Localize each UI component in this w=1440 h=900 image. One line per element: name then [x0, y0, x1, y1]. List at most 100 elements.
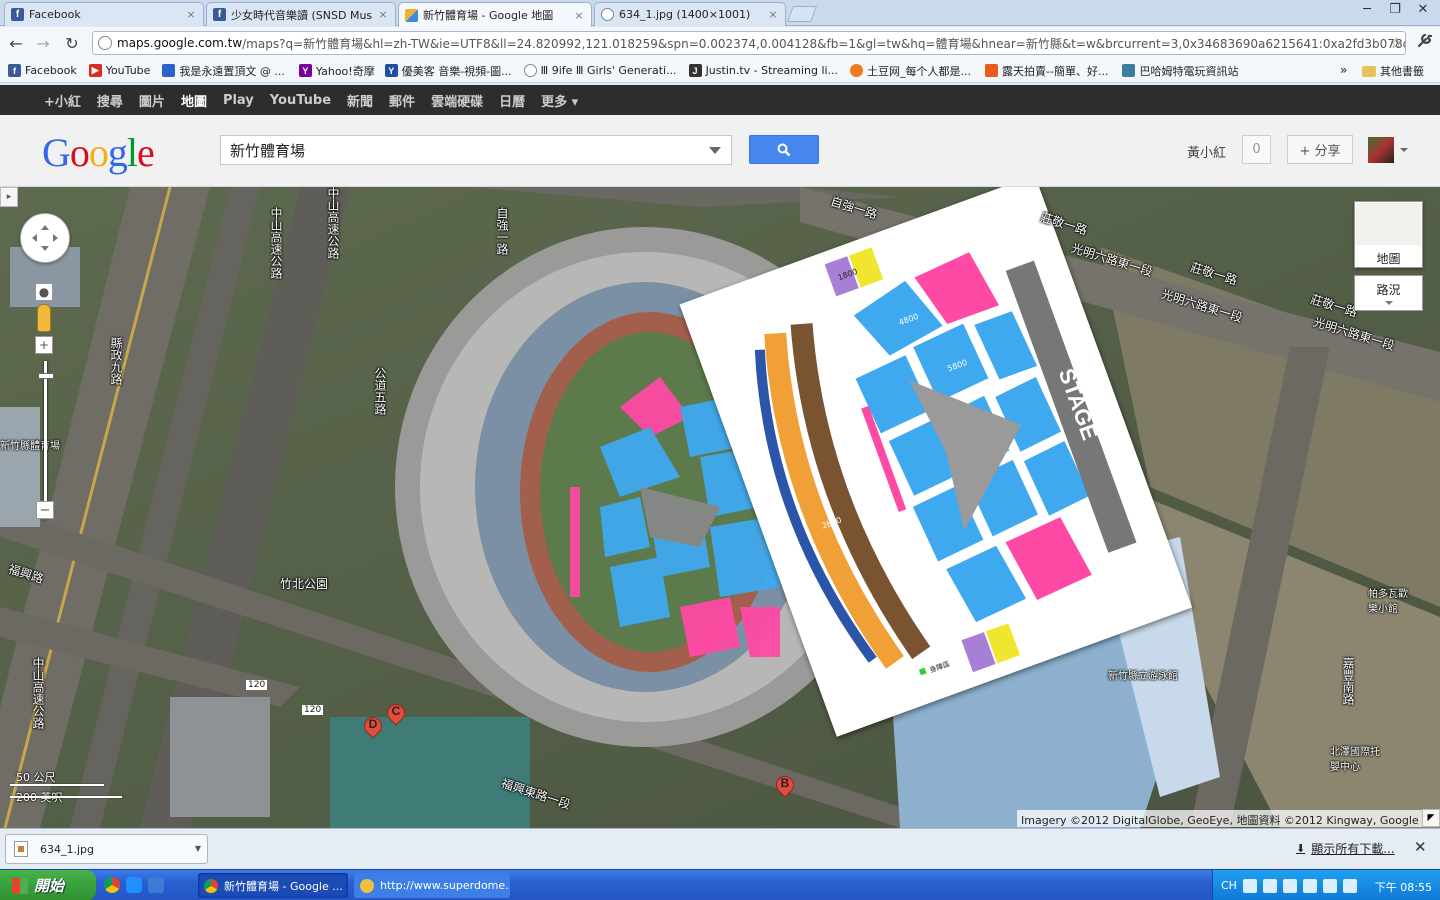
traffic-button[interactable]: 路況 [1354, 275, 1423, 311]
chevron-down-icon[interactable]: ▼ [195, 844, 201, 853]
download-item[interactable]: 634_1.jpg ▼ [5, 834, 208, 864]
gbar-item-drive[interactable]: 雲端硬碟 [431, 91, 483, 110]
collapse-panel-button[interactable]: ▸ [0, 187, 18, 207]
network-icon[interactable] [1282, 878, 1297, 893]
share-button[interactable]: + 分享 [1287, 135, 1353, 164]
keyboard-icon[interactable] [1242, 878, 1257, 893]
chevron-down-icon[interactable] [709, 147, 721, 154]
ie-icon[interactable] [126, 877, 142, 893]
taskbar-item-browser[interactable]: http://www.superdome... [354, 873, 510, 898]
tab-google-maps[interactable]: 新竹體育場 - Google 地圖 × [398, 2, 592, 27]
new-tab-button[interactable] [787, 6, 817, 22]
logo-letter: o [69, 130, 90, 175]
show-all-downloads-link[interactable]: ⬇ 顯示所有下載... [1296, 840, 1395, 857]
start-button[interactable]: 開始 [0, 870, 96, 900]
scale-bar: 50 公尺 200 英呎 [8, 769, 126, 805]
map-marker-b[interactable]: B [772, 772, 798, 800]
volume-icon[interactable] [1322, 878, 1337, 893]
search-icon [777, 143, 791, 156]
locate-icon[interactable]: ● [35, 283, 53, 301]
logo-letter: G [42, 130, 71, 175]
chrome-icon[interactable] [104, 877, 120, 893]
bookmark-facebook[interactable]: f Facebook [8, 64, 77, 77]
search-button[interactable] [749, 135, 819, 164]
map-marker-d[interactable]: D [360, 713, 386, 741]
pan-control[interactable] [20, 213, 70, 263]
gbar-item-news[interactable]: 新聞 [347, 91, 373, 110]
taskbar-item-chrome[interactable]: 新竹體育場 - Google ... [198, 873, 348, 898]
bookmark-label: 優美客 音樂-視頻-圖... [401, 64, 512, 78]
url-host: maps.google.com.tw [117, 36, 243, 50]
map-canvas[interactable]: STAGE 4800 5800 3800 2800 1800 身障區 自強一路 … [0, 187, 1440, 828]
back-button[interactable]: ← [5, 32, 27, 54]
bookmarks-overflow-icon[interactable]: » [1340, 63, 1347, 77]
bookmark-ymk[interactable]: Y 優美客 音樂-視頻-圖... [384, 63, 512, 79]
bookmark-9ife[interactable]: Ⅲ 9ife Ⅲ Girls' Generati... [523, 64, 677, 77]
map-marker-c[interactable]: C [383, 700, 409, 728]
notification-count[interactable]: 0 [1242, 135, 1271, 164]
tab-facebook[interactable]: f Facebook × [4, 2, 204, 26]
justintv-icon: J [688, 64, 702, 77]
page-info-icon[interactable] [98, 36, 112, 50]
zoom-out-button[interactable]: − [36, 501, 54, 519]
gbar-item-plus[interactable]: +小紅 [44, 91, 81, 110]
tudou-icon [850, 64, 864, 77]
gbar-item-mail[interactable]: 郵件 [389, 91, 415, 110]
other-bookmarks-label: 其他書籤 [1380, 65, 1424, 78]
route-shield: 120 [302, 705, 324, 715]
zoom-in-button[interactable]: + [35, 336, 53, 354]
maximize-button[interactable]: ❐ [1382, 0, 1408, 18]
gbar-item-maps[interactable]: 地圖 [181, 91, 207, 110]
bookmark-ruten[interactable]: 露天拍賣--簡單、好... [985, 63, 1108, 79]
address-bar[interactable]: maps.google.com.tw/maps?q=新竹體育場&hl=zh-TW… [92, 31, 1406, 55]
google-logo[interactable]: Google [42, 129, 155, 176]
star-icon[interactable]: ☆ [1390, 34, 1403, 52]
close-icon[interactable]: × [185, 8, 197, 21]
gbar-item-images[interactable]: 圖片 [139, 91, 165, 110]
username[interactable]: 黃小紅 [1187, 142, 1226, 161]
gbar-item-search[interactable]: 搜尋 [97, 91, 123, 110]
gbar-item-calendar[interactable]: 日曆 [499, 91, 525, 110]
search-value: 新竹體育場 [230, 141, 306, 160]
close-icon[interactable]: × [767, 8, 779, 21]
tab-image[interactable]: 634_1.jpg (1400×1001) × [594, 2, 786, 26]
forward-button[interactable]: → [32, 32, 54, 54]
place-label: 新竹縣立游泳館 [1108, 671, 1178, 682]
marker-label: C [391, 704, 401, 718]
other-bookmarks[interactable]: 其他書籤 [1362, 63, 1424, 79]
street-view-pegman-icon[interactable] [37, 304, 51, 332]
gbar-item-youtube[interactable]: YouTube [270, 93, 331, 108]
show-all-label: 顯示所有下載... [1311, 842, 1395, 856]
bookmark-justintv[interactable]: J Justin.tv - Streaming li... [688, 64, 838, 77]
gbar-item-play[interactable]: Play [223, 93, 254, 108]
antivirus-icon[interactable] [1342, 878, 1357, 893]
reload-button[interactable]: ↻ [61, 32, 83, 54]
bookmark-yahoo[interactable]: Y Yahoo!奇摩 [298, 63, 375, 79]
minimize-button[interactable]: ─ [1354, 0, 1380, 18]
bookmark-tudou[interactable]: 土豆网_每个人都是... [850, 63, 971, 79]
quicklaunch-icon[interactable] [148, 877, 164, 893]
expand-corner-icon[interactable]: ◤ [1422, 809, 1440, 827]
blog-icon [162, 64, 176, 77]
bookmark-bahamut[interactable]: 巴哈姆特電玩資訊站 [1122, 63, 1238, 79]
tab-snsd-music[interactable]: f 少女時代音樂讀 (SNSD Musi × [206, 2, 396, 26]
zoom-slider-track[interactable] [44, 361, 47, 501]
wrench-icon[interactable] [1416, 31, 1434, 53]
chevron-down-icon[interactable] [1400, 148, 1408, 152]
bookmark-label: 巴哈姆特電玩資訊站 [1139, 64, 1239, 78]
close-window-button[interactable]: ✕ [1410, 0, 1436, 18]
logo-letter: o [88, 130, 109, 175]
map-type-button[interactable]: 地圖 [1354, 201, 1423, 268]
gbar-item-more[interactable]: 更多 ▾ [541, 91, 578, 110]
close-shelf-button[interactable]: ✕ [1414, 838, 1427, 856]
maps-search-input[interactable]: 新竹體育場 [220, 135, 732, 165]
close-icon[interactable]: × [377, 8, 389, 21]
bookmark-blog[interactable]: 我是永遠置頂文 @ ... [162, 63, 285, 79]
zoom-slider-thumb[interactable] [38, 373, 54, 379]
help-icon[interactable] [1302, 878, 1317, 893]
pen-icon[interactable] [1262, 878, 1277, 893]
close-icon[interactable]: × [573, 9, 585, 22]
language-indicator[interactable]: CH [1221, 879, 1237, 892]
bookmark-youtube[interactable]: ▶ YouTube [88, 64, 150, 77]
avatar[interactable] [1368, 137, 1394, 163]
